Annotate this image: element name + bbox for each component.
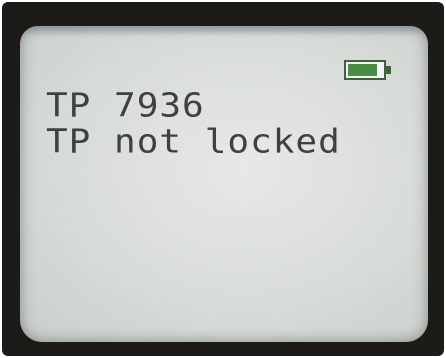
battery-icon — [344, 60, 392, 80]
battery-tip — [386, 66, 391, 74]
device-bezel: TP 7936 TP not locked — [2, 2, 444, 356]
status-line-1: TP 7936 — [46, 87, 205, 125]
status-line-2: TP not locked — [46, 123, 341, 161]
lcd-top-edge — [20, 26, 428, 36]
battery-body — [344, 60, 386, 80]
battery-level-fill — [348, 64, 377, 76]
lcd-screen: TP 7936 TP not locked — [20, 26, 428, 342]
